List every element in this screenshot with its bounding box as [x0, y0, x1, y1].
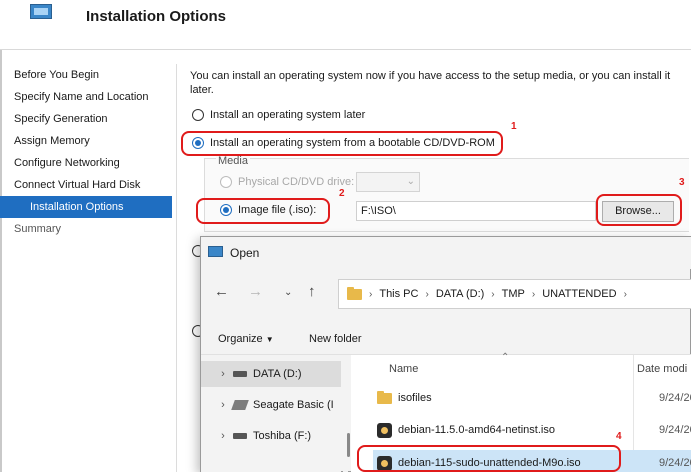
- chevron-down-icon: ⌄: [406, 176, 415, 187]
- dialog-titlebar[interactable]: Open: [201, 237, 691, 269]
- folder-icon: [347, 286, 362, 300]
- hyper-v-wizard-icon: [30, 4, 52, 19]
- column-header-date[interactable]: Date modi: [637, 363, 687, 375]
- column-header-name[interactable]: Name: [389, 363, 418, 375]
- dialog-navbar: ← → ⌄ ↑ › This PC › DATA (D:) › TMP › UN…: [201, 273, 691, 313]
- breadcrumb-separator-icon: ›: [369, 288, 373, 300]
- option-physical-drive[interactable]: Physical CD/DVD drive:: [220, 176, 354, 188]
- annotation-number-3: 3: [679, 177, 685, 188]
- new-folder-button[interactable]: New folder: [309, 333, 362, 345]
- file-name: isofiles: [398, 392, 432, 404]
- drive-icon: [233, 433, 247, 439]
- breadcrumb-data-drive[interactable]: DATA (D:): [436, 288, 484, 300]
- tree-item-label: DATA (D:): [253, 368, 302, 380]
- nav-item-summary[interactable]: Summary: [0, 218, 172, 240]
- file-row-debian-netinst[interactable]: debian-11.5.0-amd64-netinst.iso 9/24/202…: [373, 417, 691, 443]
- iso-file-icon: [377, 422, 392, 438]
- annotation-number-1: 1: [511, 121, 517, 132]
- annotation-box-1: [181, 131, 503, 156]
- annotation-number-2: 2: [339, 188, 345, 199]
- nav-item-configure-networking[interactable]: Configure Networking: [0, 152, 172, 174]
- annotation-box-3: [596, 194, 682, 226]
- caret-down-icon: ▼: [265, 335, 274, 344]
- chevron-right-icon[interactable]: ›: [213, 368, 233, 380]
- tree-item-label: Seagate Basic (I: [253, 399, 334, 411]
- file-row-isofiles[interactable]: isofiles 9/24/2022: [373, 385, 691, 411]
- option-install-later[interactable]: Install an operating system later: [192, 109, 365, 121]
- nav-divider: [176, 64, 177, 472]
- nav-item-connect-virtual-hard-disk[interactable]: Connect Virtual Hard Disk: [0, 174, 172, 196]
- nav-item-installation-options[interactable]: Installation Options: [0, 196, 172, 218]
- file-date: 9/24/2022: [659, 457, 691, 469]
- breadcrumb-separator-icon[interactable]: ›: [624, 289, 627, 300]
- physical-drive-radio[interactable]: [220, 176, 232, 188]
- folder-icon: [377, 390, 392, 404]
- intro-text: You can install an operating system now …: [190, 70, 671, 96]
- chevron-right-icon[interactable]: ›: [213, 399, 233, 411]
- dialog-title: Open: [230, 246, 260, 260]
- tree-item-seagate[interactable]: › Seagate Basic (I: [201, 392, 341, 418]
- tree-item-toshiba[interactable]: › Toshiba (F:): [201, 423, 341, 449]
- dialog-app-icon: [208, 246, 223, 257]
- image-path-input[interactable]: F:\ISO\: [356, 201, 596, 221]
- sort-chevron-icon[interactable]: ⌃: [501, 352, 509, 363]
- drive-icon: [233, 371, 247, 377]
- navigation-tree: › DATA (D:) › Seagate Basic (I › Toshiba…: [201, 355, 341, 472]
- annotation-box-4: [357, 445, 621, 472]
- recent-locations-chevron-icon[interactable]: ⌄: [284, 287, 292, 298]
- back-arrow-icon[interactable]: ←: [214, 283, 229, 300]
- tree-scrollbar-thumb[interactable]: [347, 433, 350, 457]
- address-bar[interactable]: › This PC › DATA (D:) › TMP › UNATTENDED…: [338, 279, 691, 309]
- nav-item-specify-name-location[interactable]: Specify Name and Location: [0, 86, 172, 108]
- wizard-header: Installation Options: [0, 0, 691, 50]
- install-later-label: Install an operating system later: [210, 109, 366, 121]
- nav-item-before-you-begin[interactable]: Before You Begin: [0, 64, 172, 86]
- organize-button[interactable]: Organize ▼: [218, 333, 274, 345]
- tree-item-data-drive[interactable]: › DATA (D:): [201, 361, 341, 387]
- file-date: 9/24/2022: [659, 424, 691, 436]
- file-date: 9/24/2022: [659, 392, 691, 404]
- breadcrumb-separator-icon[interactable]: ›: [532, 289, 535, 300]
- breadcrumb-unattended[interactable]: UNATTENDED: [542, 288, 616, 300]
- page-title: Installation Options: [86, 8, 227, 25]
- physical-drive-label: Physical CD/DVD drive:: [238, 176, 355, 188]
- nav-item-specify-generation[interactable]: Specify Generation: [0, 108, 172, 130]
- wizard-nav: Before You Begin Specify Name and Locati…: [0, 64, 172, 240]
- annotation-box-2: [196, 198, 330, 224]
- dialog-toolbar: Organize ▼ New folder: [201, 323, 691, 355]
- chevron-right-icon[interactable]: ›: [213, 430, 233, 442]
- media-label: Media: [216, 155, 250, 167]
- breadcrumb-this-pc[interactable]: This PC: [379, 288, 418, 300]
- forward-arrow-icon[interactable]: →: [248, 283, 263, 300]
- up-arrow-icon[interactable]: ↑: [308, 283, 316, 300]
- annotation-number-4: 4: [616, 431, 622, 442]
- nav-item-assign-memory[interactable]: Assign Memory: [0, 130, 172, 152]
- hdd-icon: [231, 400, 249, 410]
- breadcrumb-separator-icon[interactable]: ›: [425, 289, 428, 300]
- file-name: debian-11.5.0-amd64-netinst.iso: [398, 424, 555, 436]
- install-later-radio[interactable]: [192, 109, 204, 121]
- physical-drive-select[interactable]: ⌄: [356, 172, 420, 192]
- organize-label: Organize: [218, 333, 263, 345]
- breadcrumb-tmp[interactable]: TMP: [502, 288, 525, 300]
- breadcrumb-separator-icon[interactable]: ›: [491, 289, 494, 300]
- tree-item-label: Toshiba (F:): [253, 430, 312, 442]
